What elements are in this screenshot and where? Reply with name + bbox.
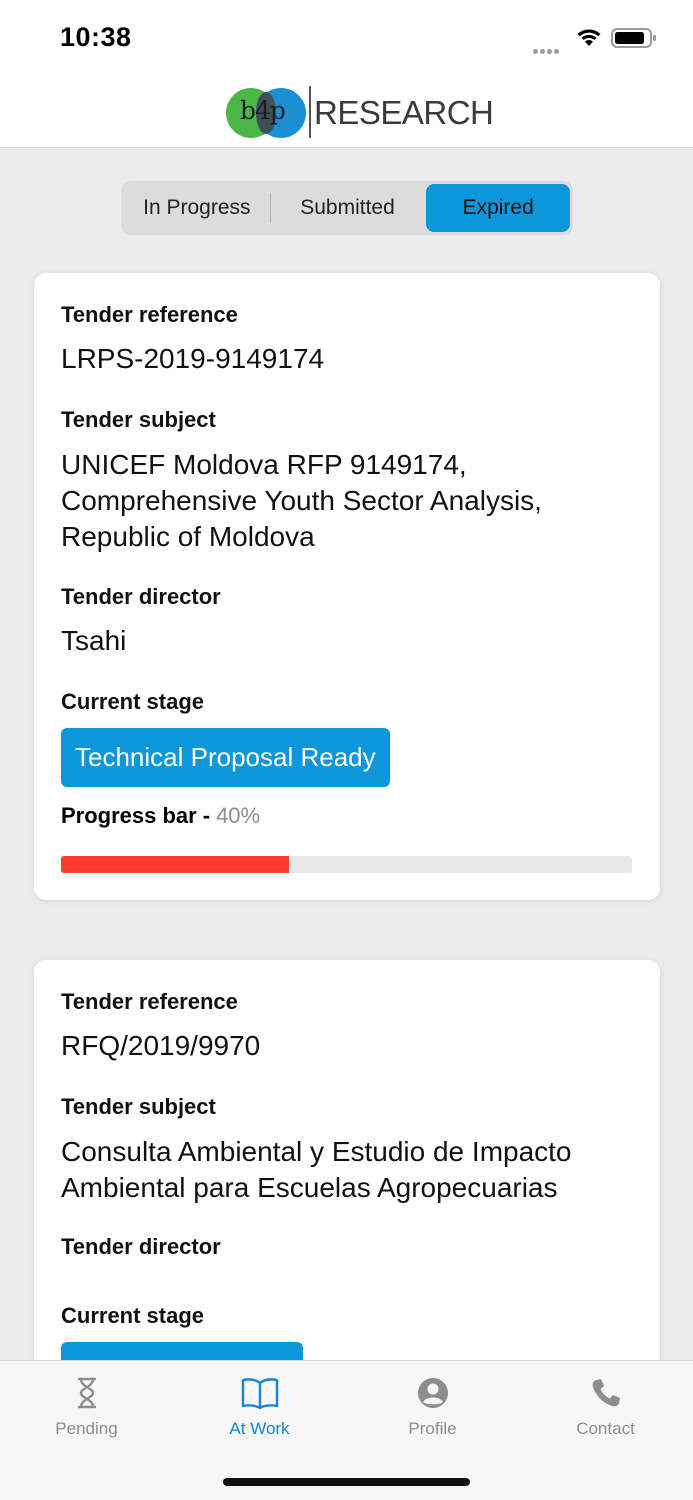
tab-contact[interactable]: Contact bbox=[519, 1375, 692, 1439]
segment-submitted[interactable]: Submitted bbox=[271, 184, 425, 232]
tender-reference-value: LRPS-2019-9149174 bbox=[61, 343, 325, 374]
tab-profile[interactable]: Profile bbox=[346, 1375, 519, 1439]
cellular-signal-icon bbox=[533, 41, 561, 59]
tender-subject-label: Tender subject bbox=[61, 1094, 216, 1119]
brand-logo: b4p RESEARCH bbox=[226, 86, 494, 138]
tender-reference-label: Tender reference bbox=[61, 302, 238, 327]
tender-director-label: Tender director bbox=[61, 1234, 221, 1259]
current-stage-label: Current stage bbox=[61, 689, 205, 714]
home-indicator bbox=[223, 1478, 470, 1486]
tab-pending-label: Pending bbox=[55, 1419, 118, 1438]
tender-director-label: Tender director bbox=[61, 584, 221, 609]
app-header: 10:38 b4p RESEARCH bbox=[0, 0, 693, 148]
tender-subject-value: Consulta Ambiental y Estudio de Impacto … bbox=[61, 1136, 572, 1203]
tender-subject-value: UNICEF Moldova RFP 9149174, Comprehensiv… bbox=[61, 449, 542, 552]
logo-text: RESEARCH bbox=[314, 94, 494, 131]
tab-profile-label: Profile bbox=[408, 1419, 457, 1438]
book-icon bbox=[241, 1378, 278, 1410]
phone-icon bbox=[592, 1379, 620, 1407]
tab-pending[interactable]: Pending bbox=[0, 1375, 173, 1439]
tab-at-work[interactable]: At Work bbox=[173, 1375, 346, 1439]
progress-bar bbox=[61, 856, 632, 873]
status-filter-segmented-control: In Progress Submitted Expired bbox=[121, 181, 573, 235]
hourglass-icon bbox=[77, 1377, 96, 1409]
tab-at-work-label: At Work bbox=[229, 1419, 290, 1438]
tender-card[interactable]: Tender reference RFQ/2019/9970 Tender su… bbox=[34, 960, 660, 1401]
tender-director-value: Tsahi bbox=[61, 625, 127, 656]
status-bar: 10:38 bbox=[0, 0, 693, 80]
logo-mark: b4p bbox=[240, 96, 286, 125]
stage-badge: Technical Proposal Ready bbox=[61, 728, 390, 787]
profile-icon bbox=[417, 1378, 448, 1408]
progress-percent: 40% bbox=[216, 803, 261, 828]
progress-bar-fill bbox=[61, 856, 290, 873]
segment-expired[interactable]: Expired bbox=[426, 184, 570, 232]
battery-icon bbox=[611, 28, 656, 48]
tender-subject-label: Tender subject bbox=[61, 407, 216, 432]
status-time: 10:38 bbox=[60, 22, 132, 52]
tender-card[interactable]: Tender reference LRPS-2019-9149174 Tende… bbox=[34, 273, 660, 900]
tender-reference-value: RFQ/2019/9970 bbox=[61, 1030, 261, 1061]
current-stage-label: Current stage bbox=[61, 1303, 205, 1328]
progress-caption: Progress bar -40% bbox=[61, 803, 260, 829]
tab-contact-label: Contact bbox=[576, 1419, 635, 1438]
progress-label: Progress bar bbox=[61, 803, 197, 828]
wifi-icon bbox=[577, 29, 601, 46]
segment-in-progress[interactable]: In Progress bbox=[124, 184, 270, 232]
tender-reference-label: Tender reference bbox=[61, 989, 238, 1014]
progress-separator: - bbox=[202, 803, 211, 828]
